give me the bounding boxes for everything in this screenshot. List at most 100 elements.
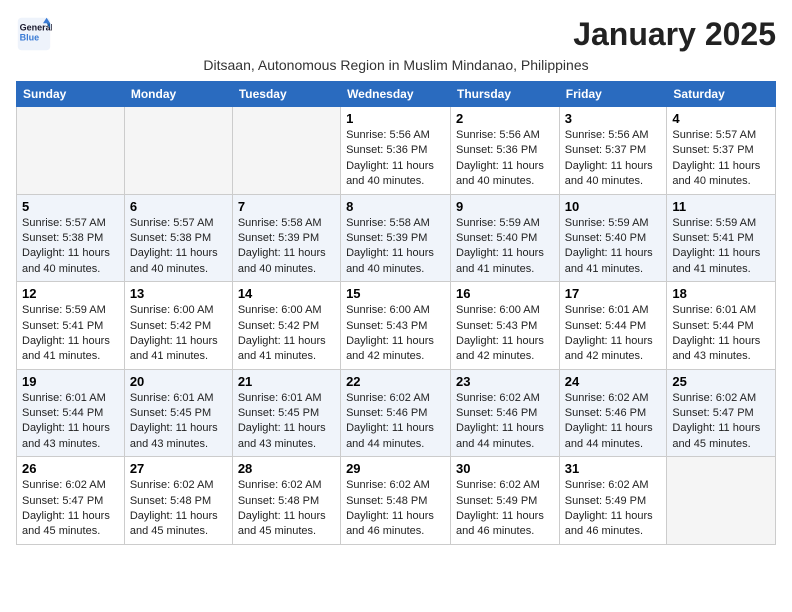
weekday-header-row: SundayMondayTuesdayWednesdayThursdayFrid…: [17, 82, 776, 107]
day-number: 22: [346, 374, 445, 389]
day-number: 29: [346, 461, 445, 476]
calendar-cell: 19 Sunrise: 6:01 AMSunset: 5:44 PMDayligh…: [17, 369, 125, 457]
calendar-cell: 18 Sunrise: 6:01 AMSunset: 5:44 PMDayligh…: [667, 282, 776, 370]
day-number: 5: [22, 199, 119, 214]
day-info: Sunrise: 6:02 AMSunset: 5:46 PMDaylight:…: [456, 391, 554, 453]
day-number: 21: [238, 374, 335, 389]
calendar-cell: 13Sunrise: 6:00 AMSunset: 5:42 PMDayligh…: [124, 282, 232, 370]
day-info: Sunrise: 6:01 AMSunset: 5:45 PMDaylight:…: [238, 391, 335, 453]
week-row-3: 19 Sunrise: 6:01 AMSunset: 5:44 PMDayligh…: [17, 369, 776, 457]
day-info: Sunrise: 5:56 AMSunset: 5:36 PMDaylight:…: [456, 128, 554, 190]
day-info: Sunrise: 6:02 AMSunset: 5:49 PMDaylight:…: [565, 478, 662, 540]
weekday-header-friday: Friday: [559, 82, 667, 107]
day-number: 12: [22, 286, 119, 301]
day-info: Sunrise: 6:01 AMSunset: 5:44 PMDaylight:…: [672, 303, 770, 365]
day-info: Sunrise: 6:00 AMSunset: 5:43 PMDaylight:…: [456, 303, 554, 365]
day-number: 8: [346, 199, 445, 214]
day-info: Sunrise: 5:59 AMSunset: 5:40 PMDaylight:…: [456, 216, 554, 278]
day-number: 30: [456, 461, 554, 476]
calendar-cell: 20 Sunrise: 6:01 AMSunset: 5:45 PMDayligh…: [124, 369, 232, 457]
day-number: 17: [565, 286, 662, 301]
day-info: Sunrise: 6:02 AMSunset: 5:48 PMDaylight:…: [238, 478, 335, 540]
calendar-cell: 23Sunrise: 6:02 AMSunset: 5:46 PMDayligh…: [451, 369, 560, 457]
calendar-cell: [17, 107, 125, 195]
month-title: January 2025: [573, 16, 776, 53]
header: General Blue January 2025: [16, 16, 776, 53]
day-info: Sunrise: 5:59 AMSunset: 5:41 PMDaylight:…: [22, 303, 119, 365]
calendar-cell: 24Sunrise: 6:02 AMSunset: 5:46 PMDayligh…: [559, 369, 667, 457]
weekday-header-wednesday: Wednesday: [341, 82, 451, 107]
week-row-2: 12 Sunrise: 5:59 AMSunset: 5:41 PMDayligh…: [17, 282, 776, 370]
calendar-cell: 15 Sunrise: 6:00 AMSunset: 5:43 PMDayligh…: [341, 282, 451, 370]
calendar-cell: 16Sunrise: 6:00 AMSunset: 5:43 PMDayligh…: [451, 282, 560, 370]
day-number: 13: [130, 286, 227, 301]
day-number: 15: [346, 286, 445, 301]
calendar-cell: 12 Sunrise: 5:59 AMSunset: 5:41 PMDayligh…: [17, 282, 125, 370]
calendar-cell: 27 Sunrise: 6:02 AMSunset: 5:48 PMDayligh…: [124, 457, 232, 545]
day-info: Sunrise: 6:01 AMSunset: 5:45 PMDaylight:…: [130, 391, 227, 453]
day-info: Sunrise: 5:57 AMSunset: 5:38 PMDaylight:…: [22, 216, 119, 278]
subtitle: Ditsaan, Autonomous Region in Muslim Min…: [16, 57, 776, 73]
day-number: 4: [672, 111, 770, 126]
day-info: Sunrise: 5:58 AMSunset: 5:39 PMDaylight:…: [346, 216, 445, 278]
calendar-cell: 31 Sunrise: 6:02 AMSunset: 5:49 PMDayligh…: [559, 457, 667, 545]
day-info: Sunrise: 6:00 AMSunset: 5:42 PMDaylight:…: [238, 303, 335, 365]
calendar-cell: 25Sunrise: 6:02 AMSunset: 5:47 PMDayligh…: [667, 369, 776, 457]
calendar-cell: 30Sunrise: 6:02 AMSunset: 5:49 PMDayligh…: [451, 457, 560, 545]
calendar-cell: 8 Sunrise: 5:58 AMSunset: 5:39 PMDaylight…: [341, 194, 451, 282]
day-info: Sunrise: 5:56 AMSunset: 5:36 PMDaylight:…: [346, 128, 445, 190]
day-number: 3: [565, 111, 662, 126]
day-number: 2: [456, 111, 554, 126]
logo-icon: General Blue: [16, 16, 52, 52]
calendar-cell: 9 Sunrise: 5:59 AMSunset: 5:40 PMDaylight…: [451, 194, 560, 282]
day-number: 31: [565, 461, 662, 476]
day-number: 19: [22, 374, 119, 389]
day-info: Sunrise: 5:59 AMSunset: 5:41 PMDaylight:…: [672, 216, 770, 278]
calendar-cell: 28 Sunrise: 6:02 AMSunset: 5:48 PMDayligh…: [232, 457, 340, 545]
day-number: 27: [130, 461, 227, 476]
weekday-header-saturday: Saturday: [667, 82, 776, 107]
weekday-header-tuesday: Tuesday: [232, 82, 340, 107]
day-info: Sunrise: 6:02 AMSunset: 5:48 PMDaylight:…: [346, 478, 445, 540]
day-number: 25: [672, 374, 770, 389]
calendar-cell: 6 Sunrise: 5:57 AMSunset: 5:38 PMDaylight…: [124, 194, 232, 282]
day-info: Sunrise: 5:57 AMSunset: 5:38 PMDaylight:…: [130, 216, 227, 278]
calendar-cell: 2 Sunrise: 5:56 AMSunset: 5:36 PMDaylight…: [451, 107, 560, 195]
weekday-header-thursday: Thursday: [451, 82, 560, 107]
day-info: Sunrise: 6:02 AMSunset: 5:46 PMDaylight:…: [346, 391, 445, 453]
calendar-cell: 22 Sunrise: 6:02 AMSunset: 5:46 PMDayligh…: [341, 369, 451, 457]
day-info: Sunrise: 6:02 AMSunset: 5:47 PMDaylight:…: [22, 478, 119, 540]
svg-text:Blue: Blue: [20, 32, 40, 42]
calendar-cell: 3 Sunrise: 5:56 AMSunset: 5:37 PMDaylight…: [559, 107, 667, 195]
day-number: 6: [130, 199, 227, 214]
day-number: 10: [565, 199, 662, 214]
week-row-1: 5 Sunrise: 5:57 AMSunset: 5:38 PMDaylight…: [17, 194, 776, 282]
day-info: Sunrise: 6:01 AMSunset: 5:44 PMDaylight:…: [22, 391, 119, 453]
day-number: 9: [456, 199, 554, 214]
day-number: 28: [238, 461, 335, 476]
day-number: 11: [672, 199, 770, 214]
calendar-cell: 29 Sunrise: 6:02 AMSunset: 5:48 PMDayligh…: [341, 457, 451, 545]
calendar-cell: 1 Sunrise: 5:56 AMSunset: 5:36 PMDaylight…: [341, 107, 451, 195]
calendar-cell: 4 Sunrise: 5:57 AMSunset: 5:37 PMDaylight…: [667, 107, 776, 195]
day-info: Sunrise: 5:56 AMSunset: 5:37 PMDaylight:…: [565, 128, 662, 190]
logo: General Blue: [16, 16, 52, 52]
day-number: 7: [238, 199, 335, 214]
week-row-0: 1 Sunrise: 5:56 AMSunset: 5:36 PMDaylight…: [17, 107, 776, 195]
calendar-cell: 10 Sunrise: 5:59 AMSunset: 5:40 PMDayligh…: [559, 194, 667, 282]
calendar-cell: 17Sunrise: 6:01 AMSunset: 5:44 PMDayligh…: [559, 282, 667, 370]
day-number: 26: [22, 461, 119, 476]
day-info: Sunrise: 5:59 AMSunset: 5:40 PMDaylight:…: [565, 216, 662, 278]
day-number: 14: [238, 286, 335, 301]
day-info: Sunrise: 6:00 AMSunset: 5:43 PMDaylight:…: [346, 303, 445, 365]
day-info: Sunrise: 6:02 AMSunset: 5:48 PMDaylight:…: [130, 478, 227, 540]
calendar-cell: 11 Sunrise: 5:59 AMSunset: 5:41 PMDayligh…: [667, 194, 776, 282]
day-info: Sunrise: 5:57 AMSunset: 5:37 PMDaylight:…: [672, 128, 770, 190]
calendar-cell: 14 Sunrise: 6:00 AMSunset: 5:42 PMDayligh…: [232, 282, 340, 370]
day-number: 18: [672, 286, 770, 301]
calendar-cell: [232, 107, 340, 195]
day-number: 20: [130, 374, 227, 389]
day-number: 1: [346, 111, 445, 126]
day-info: Sunrise: 5:58 AMSunset: 5:39 PMDaylight:…: [238, 216, 335, 278]
calendar-cell: 26 Sunrise: 6:02 AMSunset: 5:47 PMDayligh…: [17, 457, 125, 545]
